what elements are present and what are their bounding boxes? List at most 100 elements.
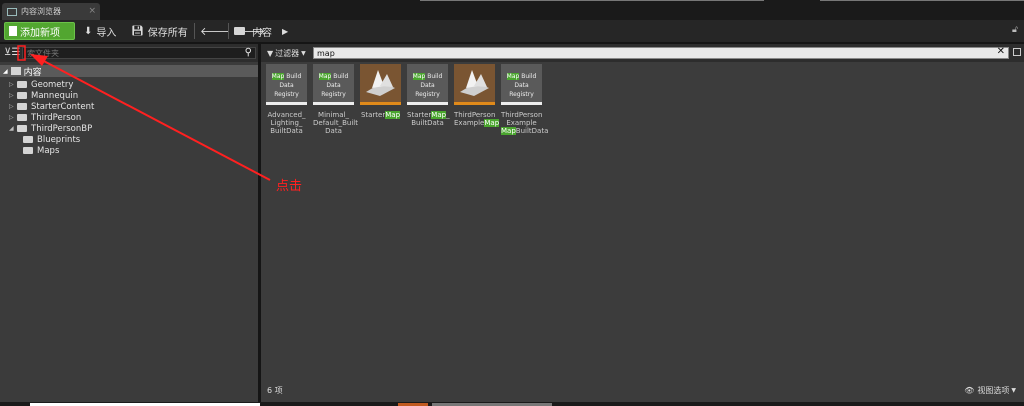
thumbnail-label-text: Map: [318, 73, 332, 80]
thumbnail-label-text: Map: [412, 73, 426, 80]
content-browser-icon: [7, 7, 17, 16]
thumbnail-label-text: Data: [326, 82, 341, 89]
add-new-label: 添加新项: [20, 27, 60, 39]
tree-item[interactable]: ▷ Geometry: [9, 79, 73, 90]
asset-name-part: Map: [501, 127, 516, 135]
sources-header: ⊻☰ ⚲: [0, 44, 258, 62]
map-thumbnail: [360, 64, 401, 105]
tree-item-label: Geometry: [31, 79, 74, 90]
tree-item[interactable]: ◢ ThirdPersonBP: [9, 123, 92, 134]
folder-icon: [17, 92, 27, 99]
thumbnail-label: Map Build Data Registry: [407, 72, 448, 99]
thumbnail-label: Map Build Data Registry: [313, 72, 354, 99]
back-arrow-icon[interactable]: 🡐: [200, 24, 230, 38]
thumbnail-label-text: Registry: [415, 91, 440, 98]
folder-icon: [17, 114, 27, 121]
view-options-button[interactable]: 👁︎ 视图选项 ▼: [964, 385, 1016, 396]
tree-root[interactable]: ◢ 内容: [0, 65, 258, 78]
tree-item[interactable]: ▷ ThirdPerson: [9, 112, 81, 123]
asset-tile[interactable]: Map Build Data Registry StarterMap_ BuiltDat…: [407, 64, 450, 127]
assets-header: ▼ 过滤器 ▼ ✕: [261, 44, 1024, 62]
thumbnail-label-text: Data: [514, 82, 529, 89]
folder-search-input[interactable]: [27, 47, 227, 59]
asset-name: StarterMap: [360, 111, 401, 119]
tree-item[interactable]: Maps: [23, 145, 59, 156]
asset-type-bar: [501, 102, 542, 105]
toggle-sources-icon[interactable]: ⊻☰: [4, 47, 20, 58]
asset-name-part: _: [446, 111, 450, 119]
collapsed-arrow-icon[interactable]: ▷: [9, 103, 17, 110]
thumbnail-label-text: Build: [427, 73, 443, 80]
title-bar: [0, 0, 1024, 20]
folder-icon: [17, 125, 27, 132]
annotation-text: 点击: [276, 179, 303, 194]
map-thumbnail: [454, 64, 495, 105]
asset-tile[interactable]: Map Build Data Registry Advanced_ Lighting_ B…: [266, 64, 307, 135]
divider: [194, 23, 195, 39]
registry-thumbnail: Map Build Data Registry: [407, 64, 448, 105]
tab-content-browser[interactable]: 内容浏览器 ×: [2, 3, 100, 20]
clear-icon[interactable]: ✕: [997, 46, 1005, 57]
search-icon[interactable]: ⚲: [245, 47, 252, 58]
collapsed-arrow-icon[interactable]: ▷: [9, 81, 17, 88]
asset-name-part: Example: [454, 119, 485, 127]
asset-name-part: BuiltData: [411, 119, 444, 127]
expanded-arrow-icon[interactable]: ◢: [9, 125, 17, 132]
import-icon: ⬇: [84, 25, 93, 37]
filter-button[interactable]: ▼ 过滤器 ▼: [267, 47, 306, 59]
thumbnail-label-text: Map: [506, 73, 520, 80]
expanded-arrow-icon[interactable]: ◢: [3, 68, 8, 75]
collapsed-arrow-icon[interactable]: ▷: [9, 114, 17, 121]
thumbnail-label-text: Map: [271, 73, 285, 80]
divider: [228, 23, 229, 39]
new-document-icon: [9, 26, 17, 36]
chevron-right-icon[interactable]: ▶: [282, 27, 288, 36]
tree-item-label: ThirdPersonBP: [31, 123, 93, 134]
eye-icon: 👁︎: [964, 386, 975, 395]
folder-icon: [23, 136, 33, 143]
save-all-button[interactable]: 💾︎ 保存所有: [131, 22, 188, 40]
asset-name-part: BuiltData: [270, 127, 303, 135]
asset-search[interactable]: ✕: [313, 46, 1009, 59]
lock-icon[interactable]: 🔓︎: [1012, 25, 1018, 35]
breadcrumb-item[interactable]: 内容: [252, 24, 272, 39]
asset-type-bar: [454, 102, 495, 105]
save-search-icon[interactable]: [1013, 48, 1021, 56]
asset-name: Minimal_ Default_Built Data: [313, 111, 358, 135]
import-button[interactable]: ⬇ 导入: [84, 22, 116, 40]
asset-tile[interactable]: StarterMap: [360, 64, 401, 119]
thumbnail-label-text: Data: [279, 82, 294, 89]
save-all-label: 保存所有: [147, 27, 188, 39]
close-icon[interactable]: ×: [88, 6, 96, 16]
asset-search-input[interactable]: [317, 47, 917, 59]
asset-tile[interactable]: Map Build Data Registry Minimal_ Default_Bui…: [313, 64, 358, 135]
filter-label: 过滤器: [275, 48, 300, 58]
asset-name-part: Map: [385, 111, 401, 119]
tree-item-label: Maps: [37, 145, 60, 156]
sources-panel: ⊻☰ ⚲ ◢ 内容 ▷ Geometry ▷ Mannequin ▷ StarterCon…: [0, 44, 258, 402]
asset-tile[interactable]: Map Build Data Registry ThirdPerson Example M…: [501, 64, 548, 135]
folder-icon: [10, 67, 21, 75]
breadcrumb[interactable]: 内容 ▶: [234, 22, 288, 40]
tab-title: 内容浏览器: [21, 7, 61, 16]
thumbnail-label-text: Registry: [509, 91, 534, 98]
asset-name-part: ThirdPerson: [501, 111, 543, 119]
thumbnail-label-text: Build: [333, 73, 349, 80]
asset-tile[interactable]: ThirdPerson ExampleMap: [454, 64, 500, 127]
collapsed-arrow-icon[interactable]: ▷: [9, 92, 17, 99]
tree-item[interactable]: ▷ StarterContent: [9, 101, 94, 112]
asset-name-part: BuiltData: [515, 127, 549, 135]
tree-item[interactable]: Blueprints: [23, 134, 80, 145]
filter-icon: ▼: [267, 48, 274, 58]
asset-name-part: Advanced_: [267, 111, 306, 119]
tree-item[interactable]: ▷ Mannequin: [9, 90, 78, 101]
asset-name-part: Data: [325, 127, 342, 135]
add-new-button[interactable]: 添加新项: [4, 22, 75, 40]
folder-search[interactable]: ⚲: [22, 47, 256, 59]
chevron-down-icon: ▼: [1011, 387, 1016, 394]
save-icon: 💾︎: [131, 25, 144, 37]
thumbnail-label-text: Data: [420, 82, 435, 89]
asset-type-bar: [407, 102, 448, 105]
asset-name-part: Map: [431, 111, 447, 119]
divider: [420, 0, 764, 1]
